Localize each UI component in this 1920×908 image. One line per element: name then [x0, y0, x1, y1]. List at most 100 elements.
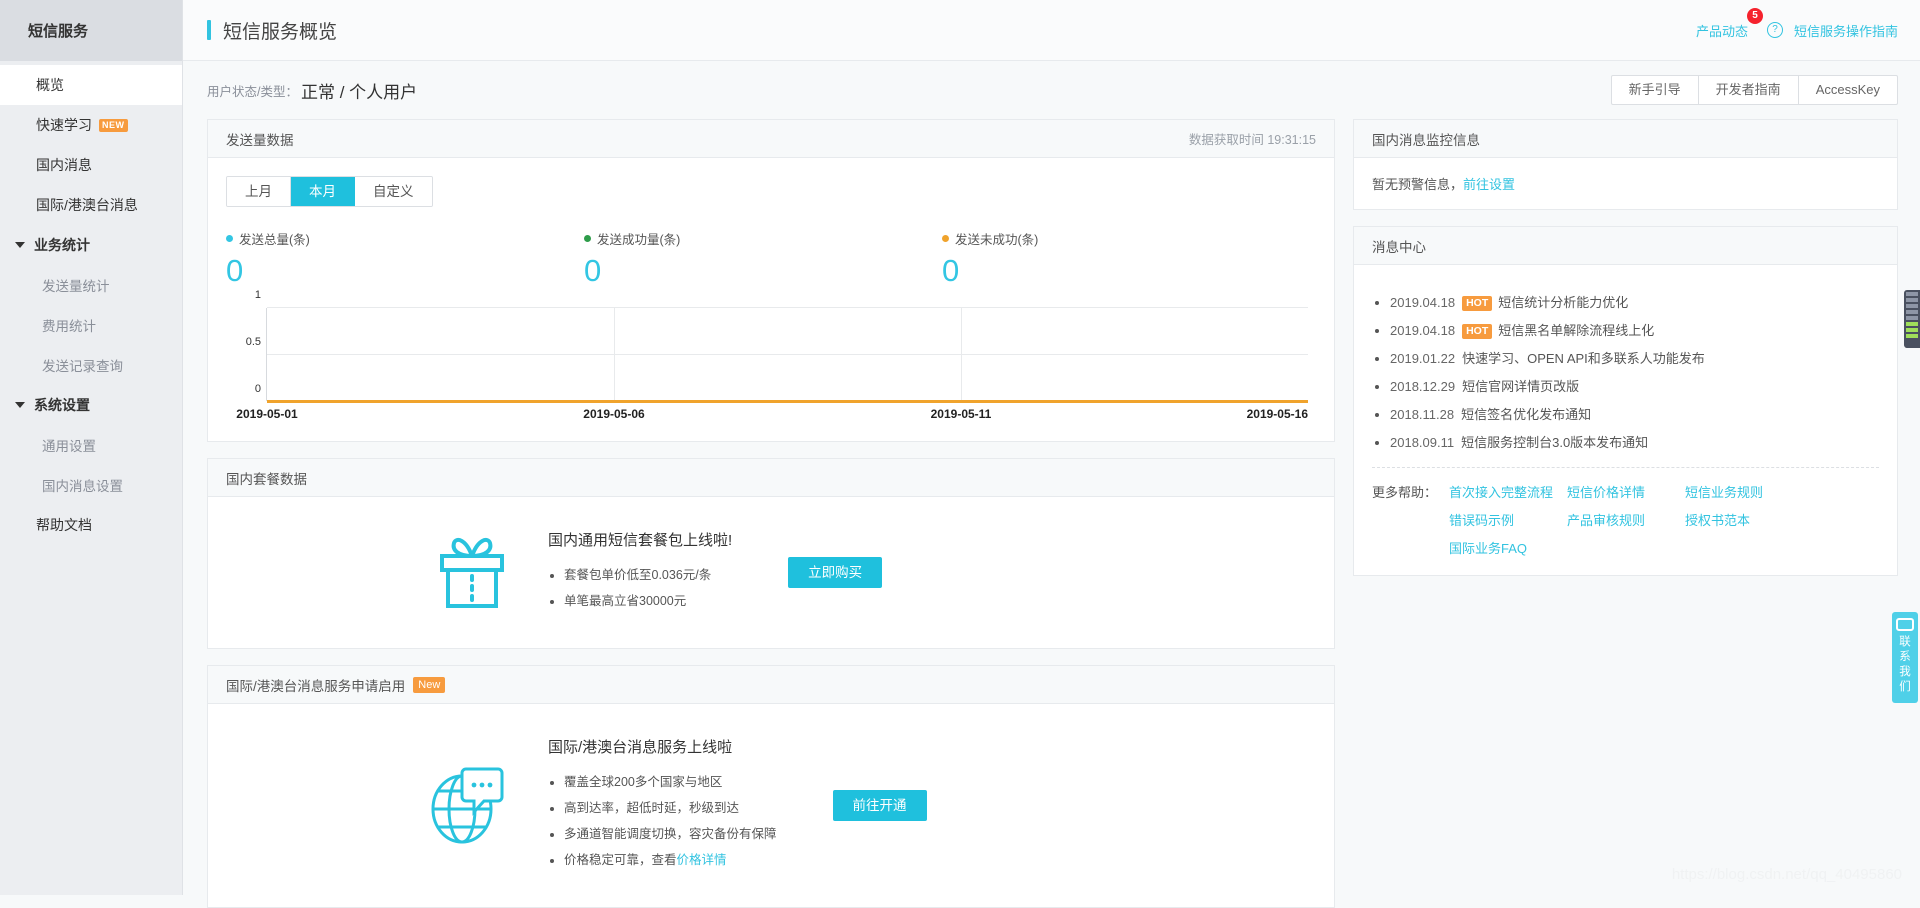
- sidebar-item-label: 帮助文档: [36, 517, 92, 533]
- help-link-4[interactable]: 产品审核规则: [1567, 510, 1685, 529]
- send-volume-body: 上月 本月 自定义 发送总量(条) 0 发送成功量(条) 0 发送未成功(条) 0 0 0.5 1…: [208, 158, 1334, 441]
- message-date: 2018.12.29: [1390, 379, 1456, 394]
- price-detail-link[interactable]: 价格详情: [677, 853, 727, 867]
- sidebar-item-0[interactable]: 概览: [0, 65, 182, 105]
- sidebar-item-6[interactable]: 费用统计: [0, 305, 182, 345]
- help-link-5[interactable]: 授权书范本: [1685, 510, 1803, 529]
- product-news-link[interactable]: 产品动态 5: [1696, 7, 1763, 40]
- sidebar-item-label: 国内消息: [36, 157, 92, 173]
- sidebar-item-5[interactable]: 发送量统计: [0, 265, 182, 305]
- sidebar-item-3[interactable]: 国际/港澳台消息: [0, 185, 182, 225]
- user-status-label: 用户状态/类型：: [207, 84, 298, 99]
- message-item-2[interactable]: 2019.01.22 快速学习、OPEN API和多联系人功能发布: [1390, 348, 1879, 367]
- international-bullet-0: 覆盖全球200多个国家与地区: [564, 771, 777, 790]
- contact-us-tab[interactable]: 联系我们: [1892, 612, 1918, 703]
- range-tab-2[interactable]: 自定义: [355, 177, 432, 206]
- chart-plot-area: 0 0.5 1 2019-05-01 2019-05-06 2019-05-11 2019-…: [236, 289, 1308, 421]
- sidebar-item-label: 通用设置: [42, 439, 96, 454]
- message-date: 2018.09.11: [1390, 435, 1455, 450]
- legend-dot-icon: [226, 235, 233, 242]
- handle-row: [1906, 316, 1918, 320]
- kpi-2: 发送未成功(条) 0: [942, 229, 1300, 286]
- gridline: 0.5: [246, 336, 1308, 355]
- sidebar-item-11[interactable]: 帮助文档: [0, 505, 182, 545]
- international-card: 国际/港澳台消息服务申请启用 New 国际/港澳台消息服务上线啦 • 覆盖全球2…: [207, 665, 1335, 908]
- range-tab-0[interactable]: 上月: [227, 177, 291, 206]
- contact-char-2: 我: [1899, 666, 1911, 678]
- more-help: 更多帮助： 首次接入完整流程 短信价格详情 短信业务规则错误码示例 产品审核规则 授权书…: [1372, 482, 1879, 557]
- sidebar-new-badge: NEW: [99, 118, 128, 132]
- kpi-label: 发送成功量(条): [584, 229, 942, 248]
- handle-row-active: [1906, 334, 1918, 338]
- message-center-body: 2019.04.18 HOT 短信统计分析能力优化 2019.04.18 HOT 短信黑名…: [1354, 265, 1897, 575]
- sidebar-item-label: 国际/港澳台消息: [36, 197, 138, 213]
- header-button-group: 新手引导 开发者指南 AccessKey: [1610, 75, 1898, 105]
- header-button-0[interactable]: 新手引导: [1612, 76, 1699, 104]
- y-axis-tick: 0.5: [245, 336, 261, 348]
- sidebar-item-label: 快速学习: [36, 117, 92, 133]
- sidebar-group-8[interactable]: 系统设置: [0, 385, 182, 425]
- sidebar-item-1[interactable]: 快速学习 NEW: [0, 105, 182, 145]
- message-list: 2019.04.18 HOT 短信统计分析能力优化 2019.04.18 HOT 短信黑名…: [1372, 292, 1879, 451]
- sidebar-item-7[interactable]: 发送记录查询: [0, 345, 182, 385]
- header-button-1[interactable]: 开发者指南: [1699, 76, 1799, 104]
- package-header: 国内套餐数据: [208, 459, 1334, 497]
- message-item-3[interactable]: 2018.12.29 短信官网详情页改版: [1390, 376, 1879, 395]
- message-text: 短信服务控制台3.0版本发布通知: [1461, 435, 1649, 450]
- legend-dot-icon: [584, 235, 591, 242]
- go-to-settings-link[interactable]: 前往设置: [1463, 177, 1515, 192]
- message-item-0[interactable]: 2019.04.18 HOT 短信统计分析能力优化: [1390, 292, 1879, 311]
- header-button-2[interactable]: AccessKey: [1799, 76, 1897, 104]
- sidebar-item-2[interactable]: 国内消息: [0, 145, 182, 185]
- y-axis-tick: 0: [254, 383, 261, 395]
- hot-badge: HOT: [1462, 296, 1493, 311]
- help-link-6[interactable]: 国际业务FAQ: [1449, 538, 1567, 557]
- activate-button[interactable]: 前往开通: [832, 790, 927, 821]
- help-link-grid: 首次接入完整流程 短信价格详情 短信业务规则错误码示例 产品审核规则 授权书范本国际业务…: [1449, 482, 1803, 557]
- floating-panel-handle[interactable]: [1904, 290, 1920, 348]
- chevron-down-icon: [15, 402, 25, 408]
- operation-guide-link[interactable]: 短信服务操作指南: [1794, 21, 1898, 40]
- fetch-time: 数据获取时间 19:31:15: [1189, 129, 1316, 148]
- sidebar-group-4[interactable]: 业务统计: [0, 225, 182, 265]
- package-promo: 国内通用短信套餐包上线啦! 套餐包单价低至0.036元/条单笔最高立省30000…: [226, 515, 1316, 630]
- message-date: 2019.01.22: [1390, 351, 1456, 366]
- status-row: 用户状态/类型： 正常 / 个人用户 新手引导 开发者指南 AccessKey: [183, 61, 1920, 119]
- message-text: 短信签名优化发布通知: [1461, 407, 1592, 422]
- help-link-0[interactable]: 首次接入完整流程: [1449, 482, 1567, 501]
- kpi-label: 发送总量(条): [226, 229, 584, 248]
- sidebar-brand: 短信服务: [0, 0, 182, 61]
- more-help-label: 更多帮助：: [1372, 485, 1438, 500]
- help-question-icon[interactable]: ?: [1766, 22, 1783, 38]
- help-link-2[interactable]: 短信业务规则: [1685, 482, 1803, 501]
- kpi-row: 发送总量(条) 0 发送成功量(条) 0 发送未成功(条) 0: [226, 229, 1316, 286]
- new-badge: New: [413, 676, 446, 693]
- page-title-text: 短信服务概览: [223, 21, 338, 43]
- date-range-tabs: 上月 本月 自定义: [226, 176, 433, 207]
- kpi-0: 发送总量(条) 0: [226, 229, 584, 286]
- message-text: 短信黑名单解除流程线上化: [1498, 323, 1655, 338]
- message-item-4[interactable]: 2018.11.28 短信签名优化发布通知: [1390, 404, 1879, 423]
- message-text: 短信官网详情页改版: [1462, 379, 1580, 394]
- main-area: 短信服务概览 产品动态 5 ? 短信服务操作指南 用户状态/类型： 正常 / 个…: [183, 0, 1920, 908]
- sidebar-item-10[interactable]: 国内消息设置: [0, 465, 182, 505]
- message-item-1[interactable]: 2019.04.18 HOT 短信黑名单解除流程线上化: [1390, 320, 1879, 339]
- message-date: 2019.04.18: [1390, 295, 1456, 310]
- message-center-title: 消息中心: [1372, 239, 1426, 255]
- top-bar-links: 产品动态 5 ? 短信服务操作指南: [1696, 7, 1898, 40]
- help-link-3[interactable]: 错误码示例: [1449, 510, 1567, 529]
- help-link-1[interactable]: 短信价格详情: [1567, 482, 1685, 501]
- message-item-5[interactable]: 2018.09.11 短信服务控制台3.0版本发布通知: [1390, 432, 1879, 451]
- product-news-badge: 5: [1746, 7, 1763, 24]
- gridline: 1: [255, 289, 1308, 308]
- sidebar-item-label: 国内消息设置: [42, 479, 123, 494]
- package-body: 国内通用短信套餐包上线啦! 套餐包单价低至0.036元/条单笔最高立省30000…: [208, 497, 1334, 648]
- range-tab-1[interactable]: 本月: [291, 177, 355, 206]
- buy-now-button[interactable]: 立即购买: [788, 557, 883, 588]
- international-bullet-list: 覆盖全球200多个国家与地区高到达率，超低时延，秒级到达多通道智能调度切换，容灾…: [548, 771, 777, 868]
- sidebar-menu: 概览快速学习 NEW 国内消息国际/港澳台消息业务统计 发送量统计 费用统计 发送记录查询…: [0, 61, 182, 545]
- x-axis-tick: 2019-05-11: [930, 407, 992, 421]
- package-bullet-0: 套餐包单价低至0.036元/条: [564, 564, 732, 583]
- sidebar-item-9[interactable]: 通用设置: [0, 425, 182, 465]
- divider: [1372, 467, 1879, 468]
